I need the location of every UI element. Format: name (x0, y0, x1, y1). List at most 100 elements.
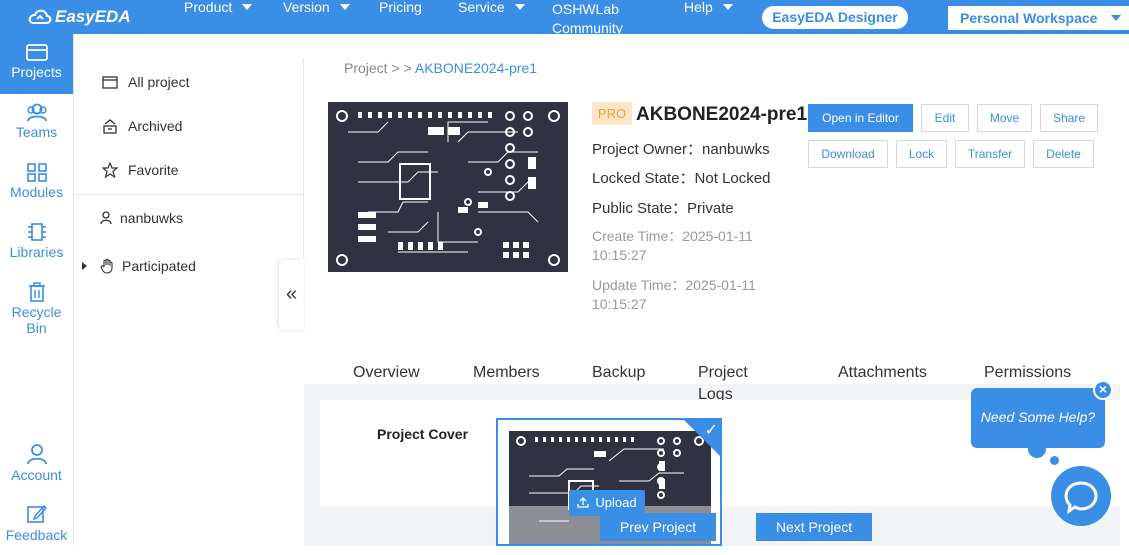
easyeda-logo[interactable]: EasyEDA (28, 7, 131, 27)
trash-icon (28, 282, 45, 302)
breadcrumb-separator: > (403, 60, 412, 76)
project-title: AKBONE2024-pre1 (636, 104, 808, 125)
create-time: Create Time：2025-01-11 10:15:27 (592, 228, 753, 263)
filter-label: nanbuwks (120, 210, 184, 226)
collapse-sidebar-button[interactable]: « (279, 260, 304, 330)
users-icon (26, 103, 47, 122)
workspace-label: Personal Workspace (960, 10, 1098, 26)
public-state: Public State：Private (592, 200, 734, 217)
sidebar-item-teams[interactable]: Teams (0, 94, 73, 154)
edit-button[interactable]: Edit (921, 104, 969, 132)
close-icon[interactable]: × (1093, 380, 1113, 400)
workspace-select[interactable]: Personal Workspace (948, 6, 1129, 30)
star-icon (102, 162, 118, 178)
lock-button[interactable]: Lock (896, 140, 947, 168)
user-icon (26, 444, 47, 465)
chevron-down-icon (1111, 15, 1121, 21)
breadcrumb-current: AKBONE2024-pre1 (414, 60, 538, 76)
nav-product[interactable]: Product (184, 0, 253, 15)
filter-archived[interactable]: Archived (74, 111, 304, 141)
locked-state: Locked State：Not Locked (592, 170, 771, 187)
chat-icon (1064, 481, 1098, 515)
chevron-down-icon (514, 4, 525, 10)
nav-oshwlab[interactable]: OSHWLab Community (552, 0, 642, 38)
filter-label: Archived (128, 118, 183, 134)
download-button[interactable]: Download (808, 140, 888, 168)
project-thumbnail[interactable] (328, 102, 568, 272)
chat-button[interactable] (1051, 466, 1111, 526)
sidebar-item-feedback[interactable]: Feedback (0, 495, 73, 555)
move-button[interactable]: Move (977, 104, 1032, 132)
nav-product-label: Product (184, 0, 233, 15)
bubble-dot (1028, 440, 1046, 458)
filter-my-projects[interactable]: nanbuwks (74, 203, 304, 233)
nav-help[interactable]: Help (684, 0, 733, 15)
update-time: Update Time：2025-01-11 10:15:27 (592, 277, 756, 312)
breadcrumb: Project > > AKBONE2024-pre1 (344, 60, 537, 76)
nav-service[interactable]: Service (458, 0, 525, 15)
chevron-down-icon (722, 4, 733, 10)
share-button[interactable]: Share (1040, 104, 1098, 132)
sidebar-item-projects[interactable]: Projects (0, 34, 73, 94)
transfer-button[interactable]: Transfer (955, 140, 1025, 168)
tab-overview[interactable]: Overview (353, 362, 420, 384)
bubble-dot (1050, 456, 1059, 465)
breadcrumb-root[interactable]: Project (344, 60, 388, 76)
next-project-button[interactable]: Next Project (756, 513, 872, 541)
project-owner: Project Owner：nanbuwks (592, 141, 770, 158)
hand-icon (100, 258, 113, 274)
sidebar-item-label: Teams (15, 124, 58, 140)
upload-icon (577, 497, 590, 508)
filter-label: All project (128, 74, 190, 90)
prev-project-button[interactable]: Prev Project (600, 513, 716, 541)
help-bubble[interactable]: Need Some Help? (971, 388, 1105, 448)
divider (303, 58, 304, 258)
chevron-down-icon (242, 4, 253, 10)
sidebar-item-recycle-bin[interactable]: Recycle Bin (0, 274, 73, 336)
nav-oshwlab-label: OSHWLab Community (552, 1, 623, 36)
cloud-logo-icon (28, 9, 52, 24)
archive-icon (103, 119, 117, 134)
sidebar-item-label: Libraries (9, 244, 64, 260)
tab-members[interactable]: Members (473, 362, 540, 384)
upload-label: Upload (595, 495, 637, 510)
sidebar-item-label: Projects (11, 64, 62, 80)
delete-button[interactable]: Delete (1033, 140, 1094, 168)
nav-service-label: Service (458, 0, 505, 15)
folder-icon (102, 76, 118, 89)
easyeda-designer-button[interactable]: EasyEDA Designer (762, 6, 908, 29)
nav-help-label: Help (684, 0, 713, 15)
filter-all-project[interactable]: All project (74, 67, 304, 97)
sidebar-item-account[interactable]: Account (0, 435, 73, 495)
nav-version-label: Version (283, 0, 330, 15)
project-cover-label: Project Cover (377, 426, 469, 442)
expand-caret-icon[interactable] (82, 262, 87, 270)
tab-attachments[interactable]: Attachments (838, 362, 927, 384)
sidebar-item-label: Feedback (5, 527, 68, 543)
sidebar-item-libraries[interactable]: Libraries (0, 214, 73, 274)
filter-participated[interactable]: Participated (74, 251, 304, 281)
top-navbar: EasyEDA Product Version Pricing Service … (0, 0, 1129, 36)
open-in-editor-button[interactable]: Open in Editor (808, 104, 913, 132)
tab-backup[interactable]: Backup (592, 362, 645, 384)
pcb-preview-image (328, 102, 568, 272)
user-icon (100, 211, 112, 225)
folder-icon (25, 44, 48, 61)
nav-version[interactable]: Version (283, 0, 350, 15)
edit-icon (26, 504, 47, 523)
tab-permissions[interactable]: Permissions (984, 362, 1071, 384)
sidebar-item-modules[interactable]: Modules (0, 154, 73, 214)
filter-label: Participated (122, 258, 196, 274)
filter-favorite[interactable]: Favorite (74, 155, 304, 185)
nav-pricing-label: Pricing (379, 0, 422, 15)
sidebar-item-label: Recycle Bin (11, 304, 62, 336)
grid-icon (26, 163, 47, 182)
nav-pricing[interactable]: Pricing (379, 0, 422, 15)
selected-corner: ✓ (682, 420, 720, 458)
breadcrumb-separator: > (391, 60, 400, 76)
pro-badge: PRO (592, 102, 632, 125)
left-sidebar: Projects Teams Modules Libraries Recycle… (0, 34, 74, 546)
sidebar-item-label: Account (11, 467, 62, 483)
check-icon: ✓ (704, 422, 718, 439)
logo-text: EasyEDA (55, 7, 131, 26)
